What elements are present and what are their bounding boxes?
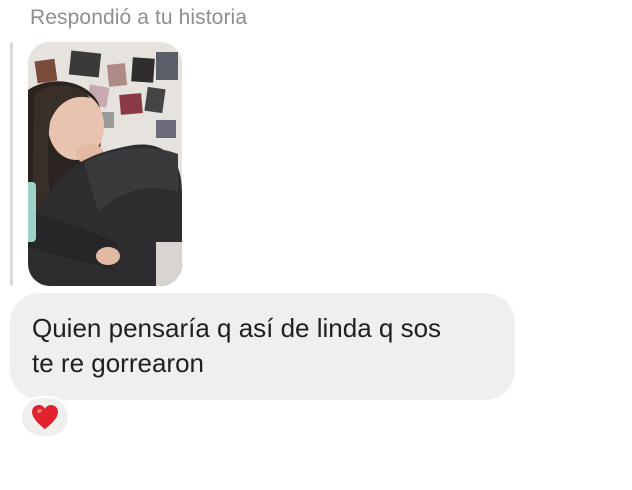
story-reply-label: Respondió a tu historia (30, 6, 248, 29)
reaction-badge[interactable] (20, 396, 70, 438)
reply-indicator-bar (10, 42, 13, 286)
message-text: Quien pensaría q así de linda q sos te r… (32, 313, 442, 378)
story-photo-illustration (28, 42, 182, 286)
message-bubble[interactable]: Quien pensaría q así de linda q sos te r… (10, 293, 515, 400)
heart-icon (32, 405, 58, 429)
story-thumbnail[interactable] (28, 42, 182, 286)
